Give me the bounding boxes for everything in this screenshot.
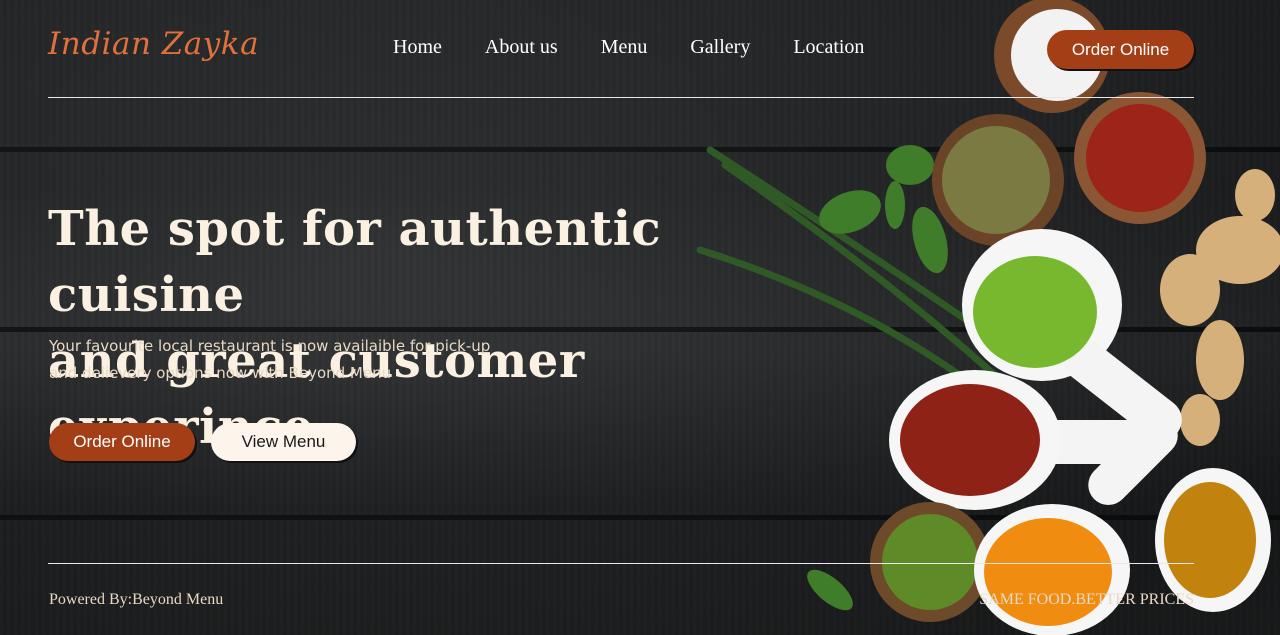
powered-by-text: Powered By:Beyond Menu [49,591,224,608]
hero-headline: The spot for authentic cuisine and great… [48,196,788,460]
header-divider [48,97,1194,98]
brand-logo[interactable]: Indian Zayka [48,26,259,62]
nav-item-location[interactable]: Location [793,36,864,59]
hero-headline-line1: The spot for authentic cuisine [48,201,662,323]
footer-divider [48,563,1194,564]
hero-tagline-line1: Your favourite local restaurant is now a… [49,337,491,355]
header-order-online-button[interactable]: Order Online [1047,30,1194,69]
hero-tagline: Your favourite local restaurant is now a… [49,333,529,387]
main-nav: Home About us Menu Gallery Location [393,36,864,59]
hero-tagline-line2: and delievery options now with Beyond Me… [49,364,392,382]
nav-item-home[interactable]: Home [393,36,442,59]
view-menu-button[interactable]: View Menu [211,423,356,461]
hero-order-online-button[interactable]: Order Online [49,423,195,461]
nav-item-gallery[interactable]: Gallery [690,36,750,59]
nav-item-menu[interactable]: Menu [601,36,648,59]
nav-item-about[interactable]: About us [485,36,558,59]
footer-slogan: SAME FOOD.BETTER PRICES [979,591,1194,608]
